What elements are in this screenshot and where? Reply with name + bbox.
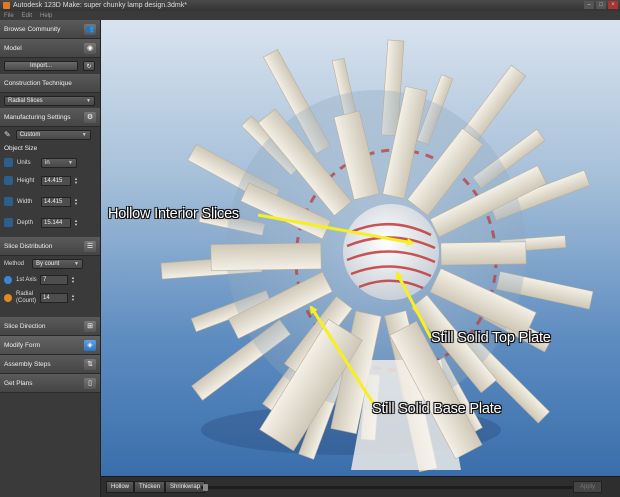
model-header: Model ◉: [0, 39, 100, 58]
browse-community-label: Browse Community: [4, 25, 61, 33]
width-icon: [4, 197, 13, 206]
hollow-button[interactable]: Hollow: [106, 481, 135, 493]
chevron-down-icon: ▼: [86, 97, 91, 104]
slice-direction-icon[interactable]: ⊞: [84, 320, 96, 332]
depth-icon: [4, 218, 13, 227]
width-label: Width: [17, 198, 33, 205]
shrinkwrap-button[interactable]: Shrinkwrap: [165, 481, 206, 493]
modify-form-header[interactable]: Modify Form ◈: [0, 336, 100, 355]
menu-edit[interactable]: Edit: [22, 13, 32, 19]
axis-icon: [4, 275, 12, 284]
axis-label: 1st Axis: [16, 276, 37, 283]
object-size-header: Object Size: [0, 142, 100, 155]
radial-icon: [4, 293, 12, 302]
maximize-icon[interactable]: □: [596, 1, 606, 9]
object-size-label: Object Size: [4, 145, 38, 152]
slice-distribution-label: Slice Distribution: [4, 242, 53, 250]
get-plans-header[interactable]: Get Plans ▯: [0, 374, 100, 393]
menu-bar: File Edit Help: [0, 11, 620, 20]
slice-direction-label: Slice Direction: [4, 322, 46, 330]
minimize-icon[interactable]: –: [584, 1, 594, 9]
construction-header: Construction Technique: [0, 74, 100, 93]
axis-count-stepper[interactable]: ▲ ▼: [70, 275, 76, 285]
height-field[interactable]: 14.415: [41, 175, 71, 186]
construction-technique-value: Radial Slices: [8, 97, 43, 104]
manufacturing-preset-select[interactable]: Custom ▼: [15, 129, 91, 140]
radial-slice: [210, 242, 322, 271]
model-label: Model: [4, 44, 22, 52]
units-icon: [4, 158, 13, 167]
document-icon[interactable]: ▯: [84, 377, 96, 389]
slice-direction-header[interactable]: Slice Direction ⊞: [0, 317, 100, 336]
pencil-icon[interactable]: ✎: [4, 130, 11, 139]
community-icon[interactable]: 👥: [84, 23, 96, 35]
lamp-model[interactable]: [101, 20, 620, 476]
radial-count-field[interactable]: 14: [40, 292, 68, 303]
manufacturing-label: Manufacturing Settings: [4, 113, 71, 121]
sidebar: Browse Community 👥 Model ◉ Import... ↻ C…: [0, 20, 101, 497]
modify-toolbar: Hollow Thicken Shrinkwrap Apply: [101, 476, 620, 497]
manufacturing-header: Manufacturing Settings ⚙: [0, 108, 100, 127]
window-title: Autodesk 123D Make: super chunky lamp de…: [13, 2, 187, 9]
close-icon[interactable]: ×: [608, 1, 618, 9]
height-stepper[interactable]: ▲ ▼: [73, 176, 79, 186]
width-stepper[interactable]: ▲ ▼: [73, 197, 79, 207]
thicken-button[interactable]: Thicken: [134, 481, 166, 493]
assembly-steps-icon[interactable]: ⇅: [84, 358, 96, 370]
method-select[interactable]: By count ▼: [32, 258, 83, 269]
radial-slice: [440, 241, 527, 266]
refresh-icon[interactable]: ↻: [83, 61, 95, 71]
method-value: By count: [36, 260, 60, 267]
top-plate-label: Still Solid Top Plate: [431, 330, 551, 346]
slice-distribution-header: Slice Distribution ☰: [0, 237, 100, 256]
method-label: Method: [4, 260, 25, 267]
depth-field[interactable]: 15.144: [41, 217, 71, 228]
assembly-steps-header[interactable]: Assembly Steps ⇅: [0, 355, 100, 374]
import-button[interactable]: Import...: [4, 61, 78, 71]
3d-viewport[interactable]: Hollow Interior Slices Still Solid Top P…: [101, 20, 620, 476]
height-label: Height: [17, 177, 35, 184]
assembly-steps-label: Assembly Steps: [4, 360, 51, 368]
radial-count-stepper[interactable]: ▲ ▼: [70, 293, 76, 303]
slider-handle[interactable]: [203, 484, 208, 491]
hollow-interior-label: Hollow Interior Slices: [108, 206, 239, 222]
eye-icon[interactable]: ◉: [84, 42, 96, 54]
chevron-down-icon: ▼: [81, 131, 87, 138]
base-plate-label: Still Solid Base Plate: [372, 401, 502, 417]
gear-icon[interactable]: ⚙: [84, 111, 96, 123]
manufacturing-preset-value: Custom: [19, 131, 41, 138]
menu-help[interactable]: Help: [40, 13, 52, 19]
radial-label: Radial (Count): [16, 290, 37, 304]
title-bar: Autodesk 123D Make: super chunky lamp de…: [0, 0, 620, 11]
width-field[interactable]: 14.415: [41, 196, 71, 207]
modify-form-icon[interactable]: ◈: [84, 339, 96, 351]
units-label: Units: [17, 159, 31, 166]
axis-count-field[interactable]: 7: [40, 274, 68, 285]
get-plans-label: Get Plans: [4, 379, 33, 387]
construction-technique-select[interactable]: Radial Slices ▼: [4, 95, 95, 106]
apply-button[interactable]: Apply: [572, 481, 602, 493]
modify-slider[interactable]: [201, 486, 575, 489]
chevron-down-icon: ▼: [68, 159, 73, 166]
units-value: in: [45, 159, 50, 166]
construction-label: Construction Technique: [4, 79, 72, 87]
units-select[interactable]: in ▼: [41, 157, 77, 168]
browse-community-header[interactable]: Browse Community 👥: [0, 20, 100, 39]
chevron-down-icon: ▼: [74, 260, 79, 267]
modify-form-label: Modify Form: [4, 341, 41, 349]
app-logo-icon: [3, 2, 10, 9]
height-icon: [4, 176, 13, 185]
menu-file[interactable]: File: [4, 13, 14, 19]
slice-distribution-icon[interactable]: ☰: [84, 240, 96, 252]
depth-stepper[interactable]: ▲ ▼: [73, 218, 79, 228]
depth-label: Depth: [17, 219, 34, 226]
